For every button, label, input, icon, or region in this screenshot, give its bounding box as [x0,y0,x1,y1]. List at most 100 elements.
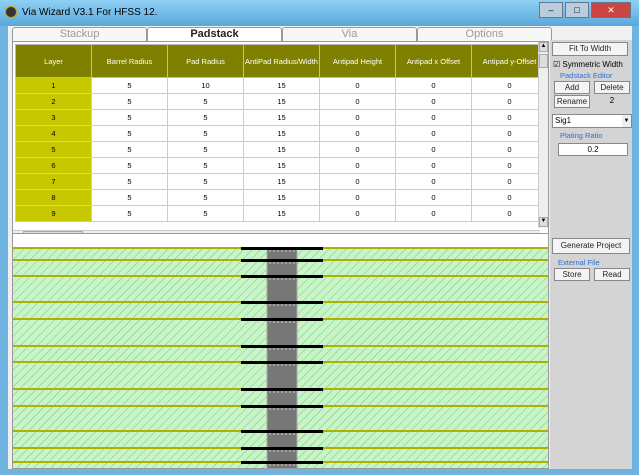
symmetric-checkbox[interactable]: ☑ Symmetric Width [553,60,623,69]
value-cell[interactable]: 15 [243,109,320,126]
padstack-grid[interactable]: Layer Barrel Radius Pad Radius AntiPad Radi… [12,41,549,241]
value-cell[interactable]: 0 [395,93,472,110]
value-cell[interactable]: 0 [471,93,548,110]
value-cell[interactable]: 5 [167,173,244,190]
value-cell[interactable]: 15 [243,173,320,190]
vertical-scrollbar[interactable]: ▲ ▼ [538,42,548,228]
value-cell[interactable]: 0 [471,125,548,142]
generate-project-button[interactable]: Generate Project [552,238,630,254]
value-cell[interactable]: 15 [243,77,320,94]
layer-cell[interactable]: 4 [15,125,92,142]
value-cell[interactable]: 0 [471,173,548,190]
value-cell[interactable]: 5 [167,141,244,158]
value-cell[interactable]: 5 [167,125,244,142]
layer-select[interactable]: Sig1 ▼ [552,114,632,128]
layer-cell[interactable]: 3 [15,109,92,126]
value-cell[interactable]: 5 [167,109,244,126]
value-cell[interactable]: 15 [243,141,320,158]
value-cell[interactable]: 0 [395,173,472,190]
fit-to-width-button[interactable]: Fit To Width [552,42,628,56]
value-cell[interactable]: 0 [471,189,548,206]
value-cell[interactable]: 5 [91,205,168,222]
column-header[interactable]: Barrel Radius [91,44,168,78]
tab-options[interactable]: Options [417,27,552,41]
layer-cell[interactable]: 6 [15,157,92,174]
title-bar: Via Wizard V3.1 For HFSS 12. – □ ✕ [0,0,639,26]
scroll-thumb[interactable] [539,54,548,68]
value-cell[interactable]: 0 [319,205,396,222]
maximize-button[interactable]: □ [565,2,589,18]
chevron-down-icon[interactable]: ▼ [622,115,631,127]
pad [241,447,323,450]
layer-select-value: Sig1 [555,116,572,125]
scroll-up-icon[interactable]: ▲ [539,42,548,52]
read-button[interactable]: Read [594,268,630,281]
value-cell[interactable]: 5 [91,93,168,110]
layer-cell[interactable]: 2 [15,93,92,110]
value-cell[interactable]: 0 [395,125,472,142]
value-cell[interactable]: 0 [471,77,548,94]
add-button[interactable]: Add [554,81,590,94]
value-cell[interactable]: 5 [91,189,168,206]
tab-via[interactable]: Via [282,27,417,41]
value-cell[interactable]: 0 [319,93,396,110]
value-cell[interactable]: 0 [471,205,548,222]
delete-button[interactable]: Delete [594,81,630,94]
value-cell[interactable]: 5 [167,157,244,174]
value-cell[interactable]: 0 [395,77,472,94]
value-cell[interactable]: 15 [243,157,320,174]
value-cell[interactable]: 0 [319,173,396,190]
value-cell[interactable]: 0 [471,141,548,158]
layer-cell[interactable]: 7 [15,173,92,190]
value-cell[interactable]: 15 [243,189,320,206]
value-cell[interactable]: 0 [395,109,472,126]
column-header[interactable]: Antipad y-Offset [471,44,548,78]
value-cell[interactable]: 5 [167,93,244,110]
value-cell[interactable]: 5 [91,173,168,190]
value-cell[interactable]: 0 [395,157,472,174]
column-header[interactable]: Pad Radius [167,44,244,78]
value-cell[interactable]: 5 [91,109,168,126]
layer-cell[interactable]: 5 [15,141,92,158]
value-cell[interactable]: 0 [471,157,548,174]
store-button[interactable]: Store [554,268,590,281]
value-cell[interactable]: 0 [319,141,396,158]
value-cell[interactable]: 0 [319,109,396,126]
column-header[interactable]: Antipad Height [319,44,396,78]
value-cell[interactable]: 0 [319,125,396,142]
value-cell[interactable]: 0 [395,189,472,206]
padstack-editor-label: Padstack Editor [560,71,613,80]
value-cell[interactable]: 15 [243,205,320,222]
scroll-down-icon[interactable]: ▼ [539,217,548,227]
value-cell[interactable]: 15 [243,93,320,110]
minimize-button[interactable]: – [539,2,563,18]
cross-section-drawing [13,247,548,468]
value-cell[interactable]: 15 [243,125,320,142]
tab-stackup[interactable]: Stackup [12,27,147,41]
value-cell[interactable]: 0 [319,189,396,206]
layer-cell[interactable]: 8 [15,189,92,206]
tab-padstack[interactable]: Padstack [147,27,282,41]
value-cell[interactable]: 0 [319,77,396,94]
column-header[interactable]: Antipad x Offset [395,44,472,78]
value-cell[interactable]: 10 [167,77,244,94]
pad [241,259,323,262]
value-cell[interactable]: 5 [91,77,168,94]
column-header[interactable]: Layer [15,44,92,78]
value-cell[interactable]: 0 [395,141,472,158]
value-cell[interactable]: 0 [319,157,396,174]
plating-ratio-input[interactable]: 0.2 [558,143,628,156]
value-cell[interactable]: 5 [91,157,168,174]
value-cell[interactable]: 0 [471,109,548,126]
value-cell[interactable]: 5 [91,125,168,142]
value-cell[interactable]: 5 [91,141,168,158]
pad [241,461,323,464]
column-header[interactable]: AntiPad Radius/Width [243,44,320,78]
value-cell[interactable]: 0 [395,205,472,222]
value-cell[interactable]: 5 [167,189,244,206]
close-button[interactable]: ✕ [591,2,631,18]
layer-cell[interactable]: 9 [15,205,92,222]
value-cell[interactable]: 5 [167,205,244,222]
layer-cell[interactable]: 1 [15,77,92,94]
rename-button[interactable]: Rename [554,95,590,108]
